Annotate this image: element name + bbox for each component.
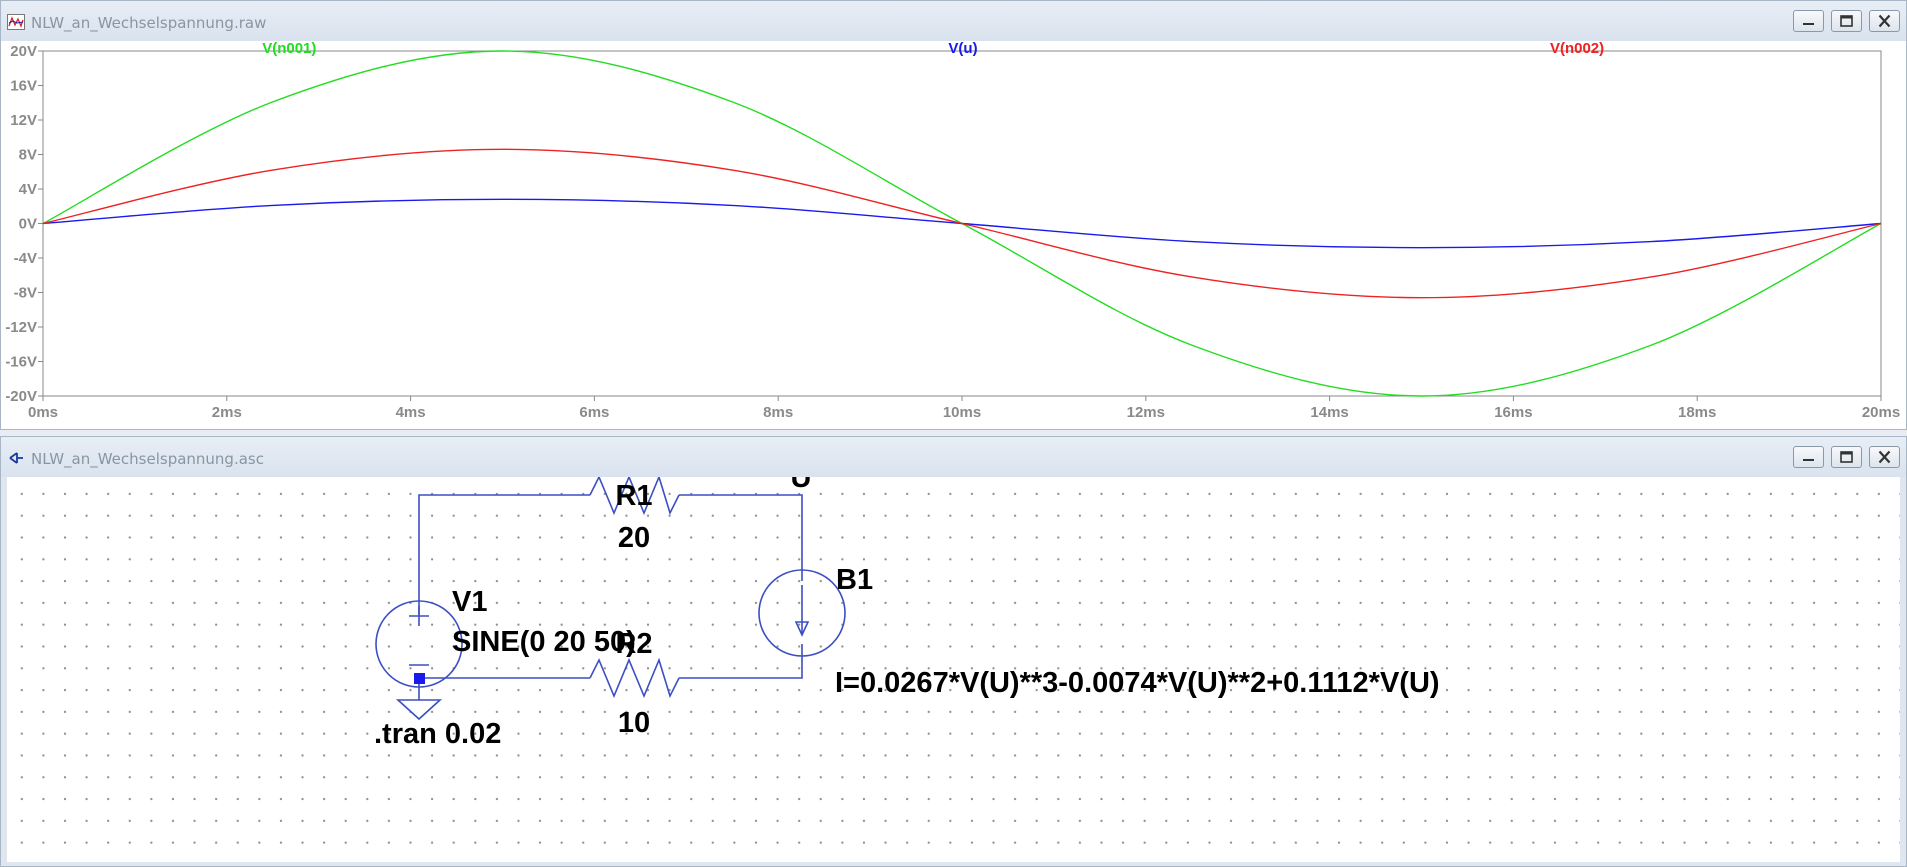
schematic-canvas[interactable]: R1 20 U V1 SINE(0 20 50) B1 I=0.0267*V(U…	[7, 462, 1900, 862]
r1-label[interactable]: R1	[615, 480, 652, 512]
maximize-button[interactable]	[1831, 446, 1862, 468]
x-tick-label: 18ms	[1678, 404, 1716, 421]
y-tick-label: -4V	[14, 250, 37, 267]
close-icon	[1878, 14, 1891, 28]
close-button[interactable]	[1869, 10, 1900, 32]
schematic-titlebar[interactable]: NLW_an_Wechselspannung.asc	[1, 437, 1906, 477]
schematic-drawing[interactable]: R1 20 U V1 SINE(0 20 50) B1 I=0.0267*V(U…	[7, 462, 1900, 862]
minimize-button[interactable]	[1793, 10, 1824, 32]
x-tick-label: 12ms	[1127, 404, 1165, 421]
plot-area[interactable]: 0ms 2ms 4ms 6ms 8ms 10ms 12ms 14ms 16ms 18ms 20ms 2…	[1, 40, 1906, 429]
y-tick-label: 4V	[19, 181, 37, 198]
x-tick-label: 4ms	[396, 404, 426, 421]
x-tick-label: 10ms	[943, 404, 981, 421]
wire-top-right[interactable]	[679, 494, 803, 581]
x-tick-label: 0ms	[28, 404, 58, 421]
wire-top-left[interactable]	[418, 494, 590, 615]
y-tick-label: 8V	[19, 147, 37, 164]
r1-value[interactable]: 20	[618, 522, 650, 554]
window-title: NLW_an_Wechselspannung.raw	[31, 14, 267, 32]
y-tick-label: -20V	[5, 388, 37, 405]
maximize-icon	[1840, 15, 1853, 27]
resistor-r2[interactable]	[589, 657, 680, 699]
x-tick-label: 2ms	[212, 404, 242, 421]
x-tick-label: 14ms	[1310, 404, 1348, 421]
y-tick-label: 12V	[10, 112, 37, 129]
close-icon	[1878, 450, 1891, 464]
r2-label[interactable]: R2	[615, 628, 652, 660]
current-source-b1[interactable]	[758, 569, 846, 657]
node-u-label[interactable]: U	[791, 462, 812, 494]
y-tick-label: 0V	[19, 216, 37, 233]
y-tick-label: -8V	[14, 285, 37, 302]
x-tick-label: 16ms	[1494, 404, 1532, 421]
legend-v-n002-[interactable]: V(n002)	[1550, 40, 1604, 57]
y-tick-label: 16V	[10, 78, 37, 95]
schematic-editor-icon	[9, 452, 23, 464]
legend-v-u-[interactable]: V(u)	[948, 40, 977, 57]
wire-bottom-left[interactable]	[418, 677, 590, 700]
v1-value[interactable]: SINE(0 20 50)	[452, 626, 636, 658]
wire-right-lower[interactable]	[679, 644, 803, 679]
v1-label[interactable]: V1	[452, 586, 487, 618]
schematic-window[interactable]: NLW_an_Wechselspannung.asc R1 20 U V1 SI…	[0, 436, 1907, 867]
y-tick-label: -16V	[5, 354, 37, 371]
x-tick-label: 20ms	[1862, 404, 1900, 421]
x-tick-label: 8ms	[763, 404, 793, 421]
minimize-icon	[1803, 23, 1814, 25]
waveform-viewer-icon	[7, 14, 25, 30]
minimize-icon	[1803, 459, 1814, 461]
legend-v-n001-[interactable]: V(n001)	[262, 40, 316, 57]
y-tick-label: -12V	[5, 319, 37, 336]
b1-label[interactable]: B1	[836, 564, 873, 596]
minimize-button[interactable]	[1793, 446, 1824, 468]
waveform-window[interactable]: NLW_an_Wechselspannung.raw 0ms 2ms 4ms 6ms 8…	[0, 0, 1907, 430]
waveform-titlebar[interactable]: NLW_an_Wechselspannung.raw	[1, 1, 1906, 41]
r2-value[interactable]: 10	[618, 707, 650, 739]
trace-v-n002-[interactable]	[42, 148, 1882, 299]
window-title: NLW_an_Wechselspannung.asc	[31, 450, 264, 468]
tran-directive[interactable]: .tran 0.02	[374, 718, 501, 750]
maximize-button[interactable]	[1831, 10, 1862, 32]
y-tick-label: 20V	[10, 43, 37, 60]
maximize-icon	[1840, 451, 1853, 463]
x-tick-label: 6ms	[579, 404, 609, 421]
close-button[interactable]	[1869, 446, 1900, 468]
b1-value[interactable]: I=0.0267*V(U)**3-0.0074*V(U)**2+0.1112*V…	[835, 667, 1440, 699]
waveform-plot[interactable]: 0ms 2ms 4ms 6ms 8ms 10ms 12ms 14ms 16ms 18ms 20ms 2…	[1, 40, 1906, 429]
